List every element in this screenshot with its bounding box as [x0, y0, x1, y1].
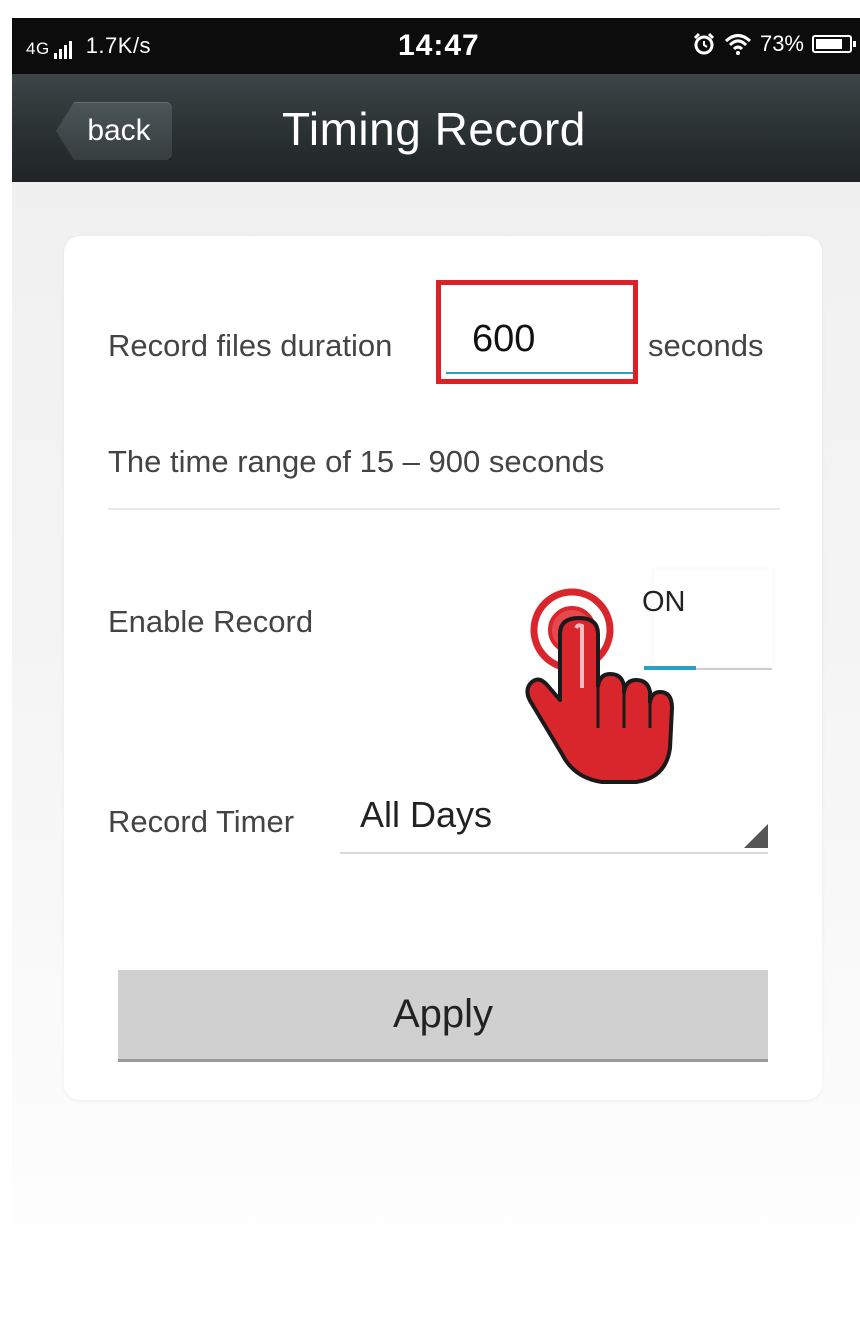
apply-button[interactable]: Apply: [118, 970, 768, 1062]
record-timer-select[interactable]: All Days: [340, 784, 768, 854]
status-left: 4G 1.7K/s: [26, 33, 151, 59]
wifi-icon: [724, 34, 751, 55]
battery-percent: 73%: [759, 31, 804, 56]
network-type: 4G: [26, 39, 50, 58]
network-speed: 1.7K/s: [85, 33, 152, 58]
tap-hand-icon: [525, 588, 674, 784]
app-screen: 4G 1.7K/s 14:47 73% back Timing Record R…: [12, 18, 860, 1317]
divider: [108, 508, 780, 510]
highlight-box: [436, 280, 638, 384]
back-button[interactable]: back: [56, 102, 172, 160]
record-timer-label: Record Timer: [108, 804, 295, 839]
settings-card: Record files duration 600 seconds The ti…: [64, 236, 822, 1100]
status-right: 73%: [692, 31, 856, 57]
page-title: Timing Record: [282, 103, 586, 155]
battery-icon: [812, 35, 856, 53]
signal-icon: [53, 41, 72, 59]
status-time: 14:47: [398, 29, 480, 62]
status-bar: 4G 1.7K/s 14:47 73%: [12, 18, 860, 74]
range-hint: The time range of 15 – 900 seconds: [108, 444, 605, 479]
alarm-icon: [693, 32, 715, 55]
nav-bar: back Timing Record: [12, 74, 860, 182]
duration-label: Record files duration: [108, 328, 393, 363]
enable-record-label: Enable Record: [108, 604, 314, 639]
dropdown-arrow-icon: [744, 824, 768, 848]
record-timer-value: All Days: [360, 794, 493, 835]
duration-unit: seconds: [648, 328, 764, 363]
